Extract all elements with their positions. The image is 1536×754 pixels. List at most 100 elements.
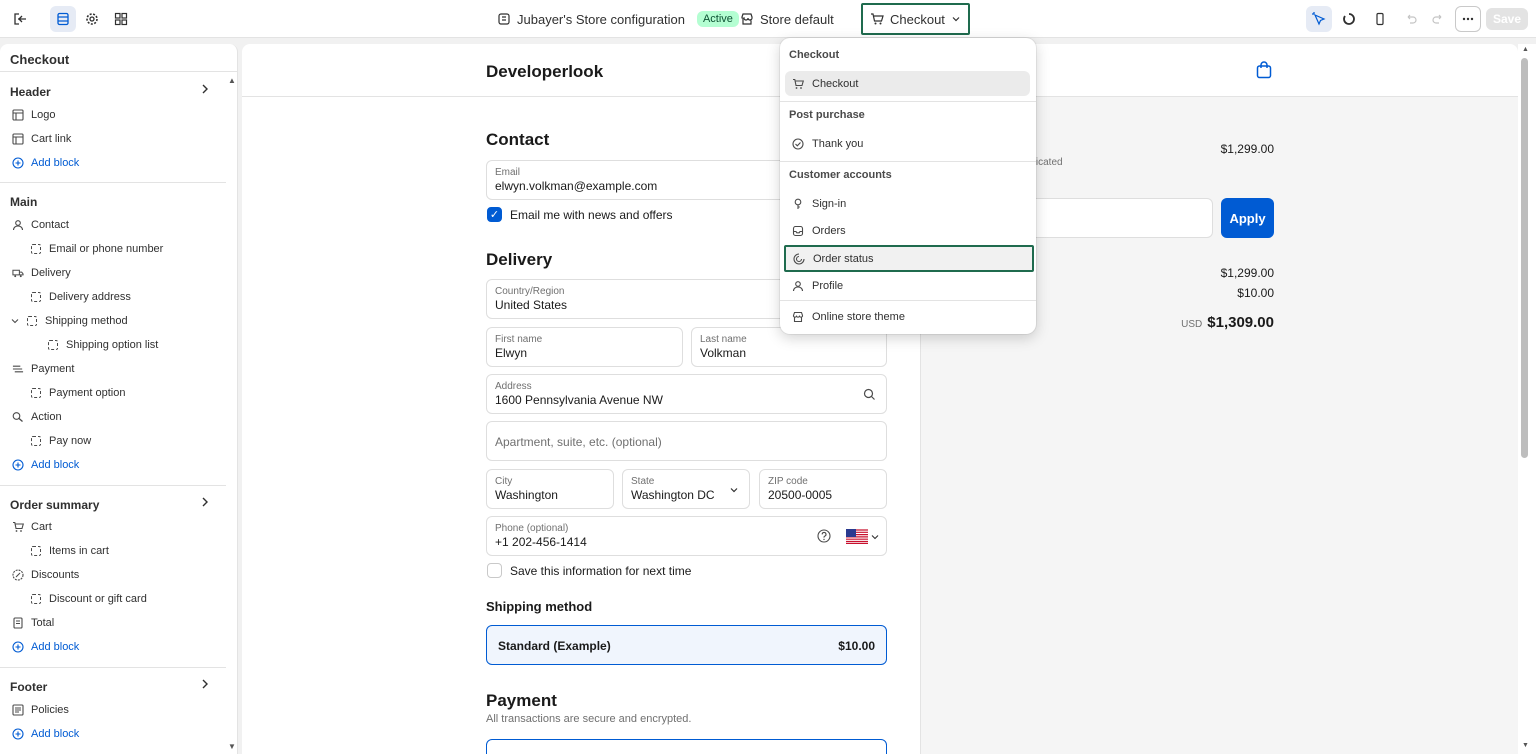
block-cart-link[interactable]: Cart link [12, 133, 71, 145]
divider [780, 161, 1036, 162]
preview-scrollbar[interactable]: ▲ ▼ [1518, 44, 1536, 754]
receipt-icon [12, 617, 24, 629]
zip-field[interactable]: ZIP code 20500-0005 [759, 469, 887, 509]
add-block-footer[interactable]: Add block [12, 728, 79, 740]
delivery-heading: Delivery [486, 250, 553, 269]
section-footer[interactable]: Footer [10, 680, 47, 694]
menu-item-checkout[interactable]: Checkout [785, 71, 1030, 96]
block-total[interactable]: Total [12, 617, 54, 629]
block-delivery[interactable]: Delivery [12, 267, 71, 279]
phone-field[interactable]: Phone (optional) +1 202-456-1414 [486, 516, 887, 556]
section-header[interactable]: Header [10, 85, 51, 99]
contact-heading: Contact [486, 130, 550, 149]
block-payment-option[interactable]: Payment option [30, 387, 125, 399]
block-cart[interactable]: Cart [12, 521, 52, 533]
menu-item-thank-you[interactable]: Thank you [785, 131, 1030, 156]
scrollbar-thumb[interactable] [1521, 58, 1528, 458]
block-payment[interactable]: Payment [12, 363, 74, 375]
block-delivery-address[interactable]: Delivery address [30, 291, 131, 303]
plus-circle-icon [12, 641, 24, 653]
plus-circle-icon [12, 157, 24, 169]
shipping-heading: Shipping method [486, 599, 593, 614]
menu-item-online-store-theme[interactable]: Online store theme [785, 304, 1030, 329]
chevron-right-icon[interactable] [200, 83, 210, 95]
group-checkout: Checkout [789, 49, 840, 61]
apps-icon[interactable] [108, 6, 134, 32]
refresh-icon[interactable] [1336, 6, 1362, 32]
apply-button[interactable]: Apply [1221, 198, 1274, 238]
mobile-preview-icon[interactable] [1367, 6, 1393, 32]
block-shipping-option-list[interactable]: Shipping option list [47, 339, 158, 351]
scroll-down-arrow-icon[interactable]: ▼ [228, 742, 236, 751]
inspector-icon[interactable] [1306, 6, 1332, 32]
block-pay-now[interactable]: Pay now [30, 435, 91, 447]
page-dropdown-menu: Checkout Checkout Post purchase Thank yo… [780, 38, 1036, 334]
block-logo[interactable]: Logo [12, 109, 55, 121]
news-checkbox[interactable]: ✓ Email me with news and offers [487, 207, 673, 222]
product-price: $1,299.00 [1220, 142, 1274, 156]
store-brand[interactable]: Developerlook [486, 62, 603, 82]
discount-input[interactable] [1022, 198, 1213, 238]
store-config[interactable]: Jubayer's Store configuration Active [497, 0, 739, 38]
scroll-up-arrow-icon[interactable]: ▲ [228, 76, 236, 85]
search-icon [863, 388, 876, 401]
chevron-right-icon[interactable] [200, 678, 210, 690]
checkmark-icon: ✓ [487, 207, 502, 222]
apartment-field[interactable]: Apartment, suite, etc. (optional) [486, 421, 887, 461]
add-block-header[interactable]: Add block [12, 157, 79, 169]
menu-item-sign-in[interactable]: Sign-in [785, 191, 1030, 216]
store-icon [497, 12, 511, 26]
block-contact[interactable]: Contact [12, 219, 69, 231]
shopping-bag-icon[interactable] [1256, 61, 1272, 79]
sections-icon[interactable] [50, 6, 76, 32]
gear-icon[interactable] [79, 6, 105, 32]
us-flag-icon[interactable] [846, 529, 879, 544]
block-icon [30, 387, 42, 399]
block-discounts[interactable]: Discounts [12, 569, 79, 581]
scroll-up-arrow-icon[interactable]: ▲ [1522, 46, 1529, 53]
address-field[interactable]: Address 1600 Pennsylvania Avenue NW [486, 374, 887, 414]
store-config-label: Jubayer's Store configuration [517, 11, 685, 27]
currency-code: USD [1181, 319, 1203, 330]
block-email-or-phone[interactable]: Email or phone number [30, 243, 163, 255]
more-icon[interactable] [1455, 6, 1481, 32]
chevron-down-icon [729, 485, 739, 495]
theme-selector[interactable]: Store default [740, 0, 834, 38]
state-select[interactable]: State Washington DC [622, 469, 750, 509]
block-discount-or-gift-card[interactable]: Discount or gift card [30, 593, 147, 605]
redo-icon[interactable] [1425, 6, 1451, 32]
section-order-summary[interactable]: Order summary [10, 498, 99, 512]
page-selector[interactable]: Checkout [861, 3, 970, 35]
menu-item-orders[interactable]: Orders [785, 218, 1030, 243]
add-block-main[interactable]: Add block [12, 459, 79, 471]
block-policies[interactable]: Policies [12, 704, 69, 716]
add-block-order-summary[interactable]: Add block [12, 641, 79, 653]
discount-icon [12, 569, 24, 581]
exit-icon[interactable] [7, 6, 33, 32]
save-info-checkbox[interactable]: Save this information for next time [487, 563, 691, 578]
block-action[interactable]: Action [12, 411, 62, 423]
total-value: $1,309.00 [1207, 314, 1274, 331]
chevron-right-icon[interactable] [200, 496, 210, 508]
menu-item-order-status[interactable]: Order status [784, 245, 1034, 272]
page-selector-label: Checkout [890, 11, 945, 27]
block-items-in-cart[interactable]: Items in cart [30, 545, 109, 557]
storefront-icon [792, 311, 804, 323]
undo-icon[interactable] [1398, 6, 1424, 32]
scroll-down-arrow-icon[interactable]: ▼ [1522, 742, 1529, 749]
cart-icon [870, 12, 884, 26]
section-main[interactable]: Main [10, 195, 37, 209]
menu-item-profile[interactable]: Profile [785, 273, 1030, 298]
first-name-field[interactable]: First name Elwyn [486, 327, 683, 367]
payment-option-box[interactable] [486, 739, 887, 754]
save-button[interactable]: Save [1486, 8, 1528, 30]
block-shipping-method[interactable]: Shipping method [11, 315, 128, 327]
city-field[interactable]: City Washington [486, 469, 614, 509]
help-icon[interactable] [817, 529, 831, 543]
shipping-option[interactable]: Standard (Example) $10.00 [486, 625, 887, 665]
total-row: USD $1,309.00 [1181, 314, 1274, 331]
chevron-down-icon[interactable] [11, 315, 19, 327]
block-icon [26, 315, 38, 327]
plus-circle-icon [12, 459, 24, 471]
status-icon [793, 252, 805, 265]
